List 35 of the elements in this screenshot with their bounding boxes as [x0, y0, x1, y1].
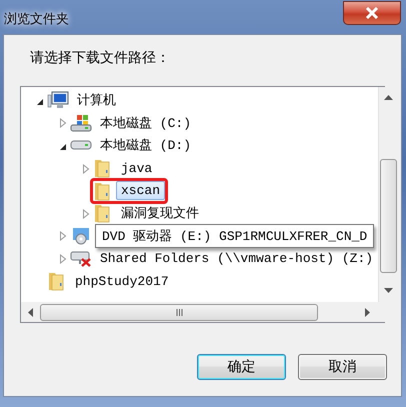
tree-item[interactable]: phpStudy2017 — [70, 272, 174, 291]
tree-item[interactable]: Shared Folders (\\vmware-host) (Z:) — [95, 248, 378, 268]
prompt-text: 请选择下载文件路径： — [30, 49, 171, 67]
collapsed-arrow-icon[interactable] — [82, 208, 90, 219]
ok-button[interactable]: 确定 — [197, 354, 286, 380]
network-drive-icon — [70, 249, 92, 268]
expanded-arrow-icon[interactable] — [59, 142, 67, 151]
tree-item[interactable]: java — [116, 158, 158, 178]
collapsed-arrow-icon[interactable] — [82, 164, 90, 174]
computer-icon — [47, 91, 69, 110]
close-button[interactable] — [343, 1, 401, 25]
tree-item[interactable]: 漏洞复现文件 — [116, 202, 204, 224]
close-icon — [365, 7, 379, 19]
tree-item[interactable]: xscan — [116, 181, 166, 200]
dvd-drive-icon — [70, 226, 92, 245]
grip-icon — [176, 308, 182, 316]
tooltip[interactable]: DVD 驱动器 (E:) GSP1RMCULXFRER_CN_D — [95, 224, 374, 248]
scrollbar-thumb[interactable] — [380, 159, 398, 273]
scroll-up-icon[interactable] — [384, 95, 394, 101]
drive-icon — [70, 114, 92, 132]
expanded-arrow-icon[interactable] — [36, 98, 44, 106]
scroll-right-icon[interactable] — [365, 308, 372, 316]
collapsed-arrow-icon[interactable] — [59, 254, 67, 264]
scroll-left-icon[interactable] — [28, 308, 34, 316]
window-title: 浏览文件夹 — [4, 11, 69, 28]
collapsed-arrow-icon[interactable] — [59, 231, 67, 242]
cancel-button[interactable]: 取消 — [298, 354, 387, 380]
scrollbar-thumb[interactable] — [40, 304, 318, 320]
tree-item[interactable]: 本地磁盘 (D:) — [95, 134, 196, 156]
drive-icon — [70, 140, 92, 150]
tree-item[interactable]: 本地磁盘 (C:) — [95, 112, 196, 134]
tree-item[interactable]: 计算机 — [72, 89, 121, 112]
collapsed-arrow-icon[interactable] — [59, 118, 67, 128]
scroll-down-icon[interactable] — [384, 288, 394, 294]
horizontal-scrollbar[interactable] — [21, 302, 378, 322]
